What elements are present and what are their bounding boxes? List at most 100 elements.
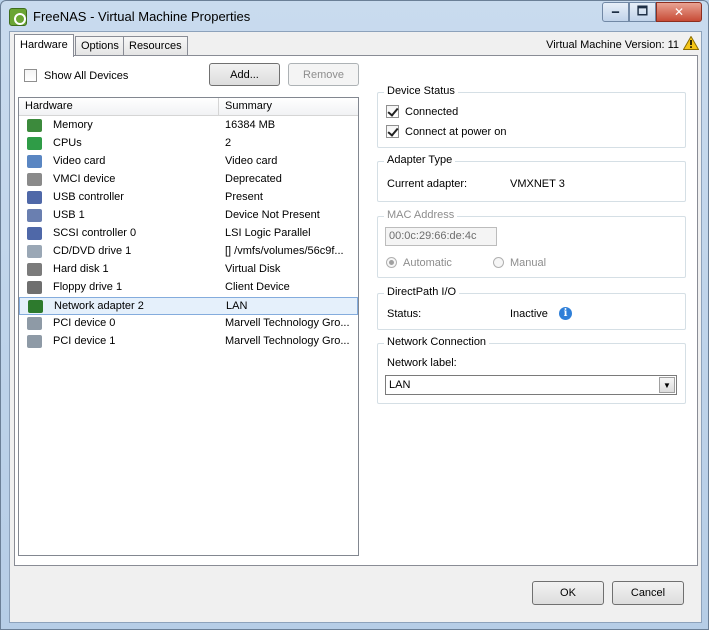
hardware-name: Video card bbox=[53, 155, 106, 167]
show-all-devices-label: Show All Devices bbox=[44, 70, 129, 82]
vm-version-label: Virtual Machine Version: 11 bbox=[546, 39, 679, 51]
remove-button[interactable]: Remove bbox=[288, 63, 359, 86]
properties-window: FreeNAS - Virtual Machine Properties 🗕 🗖… bbox=[0, 0, 709, 630]
hardware-summary: Deprecated bbox=[225, 173, 282, 185]
column-header-hardware[interactable]: Hardware bbox=[25, 100, 73, 112]
hardware-name: USB 1 bbox=[53, 209, 85, 221]
directpath-status-value: Inactive bbox=[510, 308, 548, 320]
hardware-name: PCI device 1 bbox=[53, 335, 116, 347]
mac-address-group: MAC Address 00:0c:29:66:de:4c Automatic … bbox=[377, 209, 686, 278]
hardware-summary: LAN bbox=[226, 300, 248, 312]
mac-address-title: MAC Address bbox=[384, 209, 458, 221]
mac-manual-label: Manual bbox=[510, 257, 547, 269]
ok-button[interactable]: OK bbox=[532, 581, 604, 605]
hardware-name: CD/DVD drive 1 bbox=[53, 245, 132, 257]
hardware-name: Memory bbox=[53, 119, 93, 131]
table-row[interactable]: Memory 16384 MB bbox=[19, 117, 358, 135]
vmci-icon bbox=[27, 173, 42, 186]
table-row[interactable]: USB 1 Device Not Present bbox=[19, 207, 358, 225]
hardware-name: USB controller bbox=[53, 191, 124, 203]
dialog-body: Hardware Options Resources Virtual Machi… bbox=[9, 31, 702, 623]
network-label-value: LAN bbox=[389, 379, 411, 391]
hardware-name: CPUs bbox=[53, 137, 82, 149]
video-card-icon bbox=[27, 155, 42, 168]
floppy-icon bbox=[27, 281, 42, 294]
add-button[interactable]: Add... bbox=[209, 63, 280, 86]
show-all-devices-checkbox[interactable] bbox=[24, 69, 37, 82]
hard-disk-icon bbox=[27, 263, 42, 276]
hardware-name: Hard disk 1 bbox=[53, 263, 109, 275]
usb-controller-icon bbox=[27, 191, 42, 204]
network-connection-title: Network Connection bbox=[384, 336, 490, 348]
hardware-summary: [] /vmfs/volumes/56c9f... bbox=[225, 245, 344, 257]
table-row[interactable]: PCI device 0 Marvell Technology Gro... bbox=[19, 315, 358, 333]
hardware-name: PCI device 0 bbox=[53, 317, 116, 329]
maximize-button[interactable]: 🗖 bbox=[629, 2, 656, 22]
table-row[interactable]: CPUs 2 bbox=[19, 135, 358, 153]
tab-hardware[interactable]: Hardware bbox=[14, 34, 74, 57]
directpath-group: DirectPath I/O Status: Inactive i bbox=[377, 286, 686, 330]
warning-icon[interactable] bbox=[683, 36, 699, 50]
device-status-group: Device Status Connected Connect at power… bbox=[377, 85, 686, 148]
hardware-summary: Present bbox=[225, 191, 263, 203]
network-label-dropdown[interactable]: LAN ▼ bbox=[385, 375, 677, 395]
hardware-name: SCSI controller 0 bbox=[53, 227, 137, 239]
hardware-name: Network adapter 2 bbox=[54, 300, 144, 312]
mac-address-field[interactable]: 00:0c:29:66:de:4c bbox=[385, 227, 497, 246]
hardware-summary: Device Not Present bbox=[225, 209, 320, 221]
table-row[interactable]: PCI device 1 Marvell Technology Gro... bbox=[19, 333, 358, 351]
table-row[interactable]: Video card Video card bbox=[19, 153, 358, 171]
connected-checkbox[interactable] bbox=[386, 105, 399, 118]
scsi-icon bbox=[27, 227, 42, 240]
adapter-type-title: Adapter Type bbox=[384, 154, 456, 166]
column-separator bbox=[358, 98, 359, 116]
chevron-down-icon[interactable]: ▼ bbox=[659, 377, 675, 393]
mac-automatic-label: Automatic bbox=[403, 257, 452, 269]
column-header-summary[interactable]: Summary bbox=[225, 100, 272, 112]
mac-manual-radio[interactable] bbox=[493, 257, 504, 268]
close-button[interactable]: ✕ bbox=[656, 2, 702, 22]
network-connection-group: Network Connection Network label: LAN ▼ bbox=[377, 336, 686, 404]
cancel-button[interactable]: Cancel bbox=[612, 581, 684, 605]
hardware-tab-panel: Show All Devices Add... Remove Hardware … bbox=[14, 55, 698, 566]
title-bar[interactable]: FreeNAS - Virtual Machine Properties 🗕 🗖… bbox=[1, 1, 708, 31]
hardware-name: Floppy drive 1 bbox=[53, 281, 123, 293]
usb-icon bbox=[27, 209, 42, 222]
current-adapter-value: VMXNET 3 bbox=[510, 178, 565, 190]
adapter-type-group: Adapter Type Current adapter: VMXNET 3 bbox=[377, 154, 686, 202]
hardware-summary: 2 bbox=[225, 137, 232, 149]
info-icon[interactable]: i bbox=[559, 307, 572, 320]
tab-resources[interactable]: Resources bbox=[123, 36, 188, 56]
table-row[interactable]: CD/DVD drive 1 [] /vmfs/volumes/56c9f... bbox=[19, 243, 358, 261]
table-row[interactable]: SCSI controller 0 LSI Logic Parallel bbox=[19, 225, 358, 243]
hardware-list-header: Hardware Summary bbox=[19, 98, 358, 116]
pci-icon bbox=[27, 317, 42, 330]
device-status-title: Device Status bbox=[384, 85, 458, 97]
table-row[interactable]: VMCI device Deprecated bbox=[19, 171, 358, 189]
connected-label: Connected bbox=[405, 106, 459, 118]
window-title: FreeNAS - Virtual Machine Properties bbox=[33, 9, 251, 24]
vsphere-app-icon bbox=[9, 8, 27, 26]
minimize-button[interactable]: 🗕 bbox=[602, 2, 629, 22]
table-row[interactable]: USB controller Present bbox=[19, 189, 358, 207]
directpath-title: DirectPath I/O bbox=[384, 286, 460, 298]
connect-at-power-on-checkbox[interactable] bbox=[386, 125, 399, 138]
pci-icon bbox=[27, 335, 42, 348]
table-row[interactable]: Network adapter 2 LAN bbox=[19, 297, 358, 315]
column-separator bbox=[218, 98, 219, 116]
cd-dvd-icon bbox=[27, 245, 42, 258]
tab-options[interactable]: Options bbox=[75, 36, 125, 56]
network-label-caption: Network label: bbox=[387, 357, 457, 369]
hardware-summary: Client Device bbox=[225, 281, 290, 293]
cpu-icon bbox=[27, 137, 42, 150]
mac-automatic-radio[interactable] bbox=[386, 257, 397, 268]
hardware-summary: Marvell Technology Gro... bbox=[225, 335, 350, 347]
hardware-summary: Virtual Disk bbox=[225, 263, 281, 275]
connect-at-power-on-label: Connect at power on bbox=[405, 126, 507, 138]
table-row[interactable]: Hard disk 1 Virtual Disk bbox=[19, 261, 358, 279]
hardware-name: VMCI device bbox=[53, 173, 116, 185]
hardware-summary: LSI Logic Parallel bbox=[225, 227, 311, 239]
current-adapter-label: Current adapter: bbox=[387, 178, 468, 190]
table-row[interactable]: Floppy drive 1 Client Device bbox=[19, 279, 358, 297]
memory-icon bbox=[27, 119, 42, 132]
